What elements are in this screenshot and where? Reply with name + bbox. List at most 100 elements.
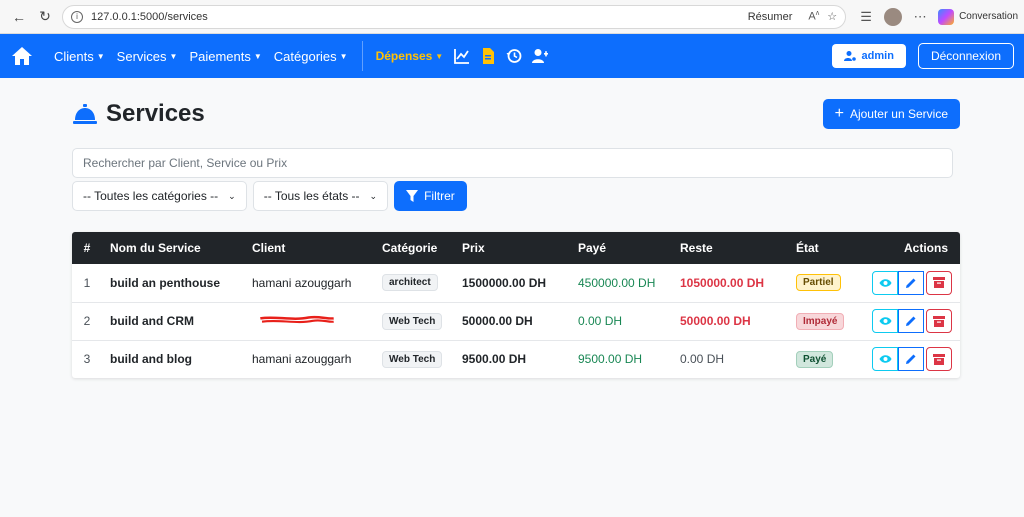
url-text[interactable]: 127.0.0.1:5000/services <box>91 11 208 23</box>
eye-icon <box>879 317 891 325</box>
nav-categories[interactable]: Catégories ▼ <box>274 49 348 64</box>
copilot-label: Conversation <box>959 11 1018 22</box>
page-title: Services <box>72 100 205 128</box>
row-service-name: build and blog <box>110 352 192 367</box>
filter-button[interactable]: Filtrer <box>394 181 467 211</box>
more-icon[interactable]: ⋯ <box>908 5 932 29</box>
back-icon[interactable]: ← <box>6 4 32 30</box>
history-icon[interactable] <box>505 47 523 65</box>
col-header-num: # <box>83 241 91 255</box>
row-rest: 50000.00 DH <box>680 314 751 328</box>
favorites-icon[interactable]: ☰ <box>854 5 878 29</box>
row-rest: 0.00 DH <box>680 352 725 367</box>
caret-down-icon: ▼ <box>435 51 444 61</box>
chevron-down-icon: ⌄ <box>228 190 236 201</box>
category-badge: Web Tech <box>382 350 443 368</box>
admin-button[interactable]: admin <box>831 44 906 68</box>
nav-paiements-label: Paiements <box>189 48 251 64</box>
row-rest: 1050000.00 DH <box>680 275 765 290</box>
concierge-bell-icon <box>73 104 97 124</box>
favorite-star-icon[interactable]: ☆ <box>827 10 837 23</box>
browser-toolbar: ← ↻ i 127.0.0.1:5000/services Résumer Aʌ… <box>0 0 1024 34</box>
pencil-icon <box>906 354 916 365</box>
view-button[interactable] <box>872 270 898 295</box>
row-price: 50000.00 DH <box>462 314 533 328</box>
row-num: 1 <box>83 275 91 290</box>
page-title-text: Services <box>106 100 205 127</box>
add-service-label: Ajouter un Service <box>849 107 948 121</box>
site-info-icon[interactable]: i <box>71 10 83 23</box>
state-select[interactable]: -- Tous les états -- ⌄ <box>252 181 389 211</box>
archive-icon <box>933 277 945 289</box>
col-header-state: État <box>796 241 819 255</box>
status-badge: Partiel <box>796 274 841 292</box>
view-button[interactable] <box>872 347 898 372</box>
edit-button[interactable] <box>898 309 924 333</box>
archive-icon <box>933 315 945 327</box>
archive-button[interactable] <box>926 309 952 333</box>
profile-avatar[interactable] <box>884 7 903 26</box>
read-aloud-icon[interactable]: Aʌ <box>808 10 819 23</box>
archive-icon <box>933 353 945 365</box>
caret-down-icon: ▼ <box>339 51 348 61</box>
summarize-button[interactable]: Résumer <box>748 11 793 23</box>
col-header-price: Prix <box>462 241 485 255</box>
row-num: 3 <box>83 352 91 367</box>
add-service-button[interactable]: + Ajouter un Service <box>822 99 960 129</box>
row-client-redacted <box>244 302 374 340</box>
col-header-rest: Reste <box>680 241 713 255</box>
col-header-actions: Actions <box>903 241 948 255</box>
filter-icon <box>406 190 419 202</box>
status-badge: Impayé <box>796 312 845 330</box>
row-price: 1500000.00 DH <box>462 275 547 290</box>
status-badge: Payé <box>796 350 834 368</box>
copilot-icon <box>938 8 955 25</box>
edit-button[interactable] <box>898 270 924 295</box>
caret-down-icon: ▼ <box>253 51 262 61</box>
category-select[interactable]: -- Toutes les catégories -- ⌄ <box>72 181 247 211</box>
address-bar[interactable]: i 127.0.0.1:5000/services Résumer Aʌ ☆ <box>62 4 847 29</box>
row-service-name: build an penthouse <box>110 275 220 290</box>
nav-clients[interactable]: Clients ▼ <box>54 49 105 64</box>
table-row: 2 build and CRM Web Tech 50000.00 DH 0.0… <box>72 302 960 340</box>
row-service-name: build and CRM <box>110 314 194 328</box>
services-table: # Nom du Service Client Catégorie Prix P… <box>72 232 960 378</box>
archive-button[interactable] <box>926 270 952 295</box>
reload-icon[interactable]: ↻ <box>32 4 58 30</box>
nav-depenses[interactable]: Dépenses ▼ <box>376 49 444 63</box>
pencil-icon <box>906 278 916 288</box>
row-price: 9500.00 DH <box>462 352 527 367</box>
home-icon[interactable] <box>10 44 34 68</box>
nav-services-label: Services <box>116 48 167 64</box>
archive-button[interactable] <box>926 347 952 372</box>
redaction-scribble <box>260 315 334 324</box>
col-header-paid: Payé <box>578 241 607 255</box>
user-cog-icon <box>843 51 856 61</box>
row-client: hamani azouggarh <box>252 352 352 367</box>
copilot-button[interactable]: Conversation <box>938 8 1018 25</box>
chart-line-icon[interactable] <box>453 47 471 65</box>
nav-divider <box>361 41 363 71</box>
filter-label: Filtrer <box>424 189 455 203</box>
state-select-value: -- Tous les états -- <box>263 189 360 203</box>
caret-down-icon: ▼ <box>96 51 105 61</box>
nav-paiements[interactable]: Paiements ▼ <box>189 49 261 64</box>
col-header-client: Client <box>252 241 286 255</box>
edit-button[interactable] <box>898 347 924 372</box>
nav-services[interactable]: Services ▼ <box>117 49 178 64</box>
nav-clients-label: Clients <box>54 48 94 64</box>
row-paid: 9500.00 DH <box>578 352 643 367</box>
pencil-icon <box>906 316 916 326</box>
user-plus-icon[interactable] <box>531 47 549 65</box>
col-header-category: Catégorie <box>382 241 438 255</box>
file-invoice-icon[interactable] <box>479 47 497 65</box>
logout-button[interactable]: Déconnexion <box>917 43 1014 69</box>
main-content: Services + Ajouter un Service Rechercher… <box>72 95 962 378</box>
nav-depenses-label: Dépenses <box>375 49 433 63</box>
nav-categories-label: Catégories <box>273 48 337 64</box>
search-input[interactable]: Rechercher par Client, Service ou Prix <box>72 148 953 178</box>
row-num: 2 <box>83 314 91 328</box>
view-button[interactable] <box>872 309 898 333</box>
table-row: 1 build an penthouse hamani azouggarh ar… <box>72 264 960 302</box>
plus-icon: + <box>834 105 844 122</box>
